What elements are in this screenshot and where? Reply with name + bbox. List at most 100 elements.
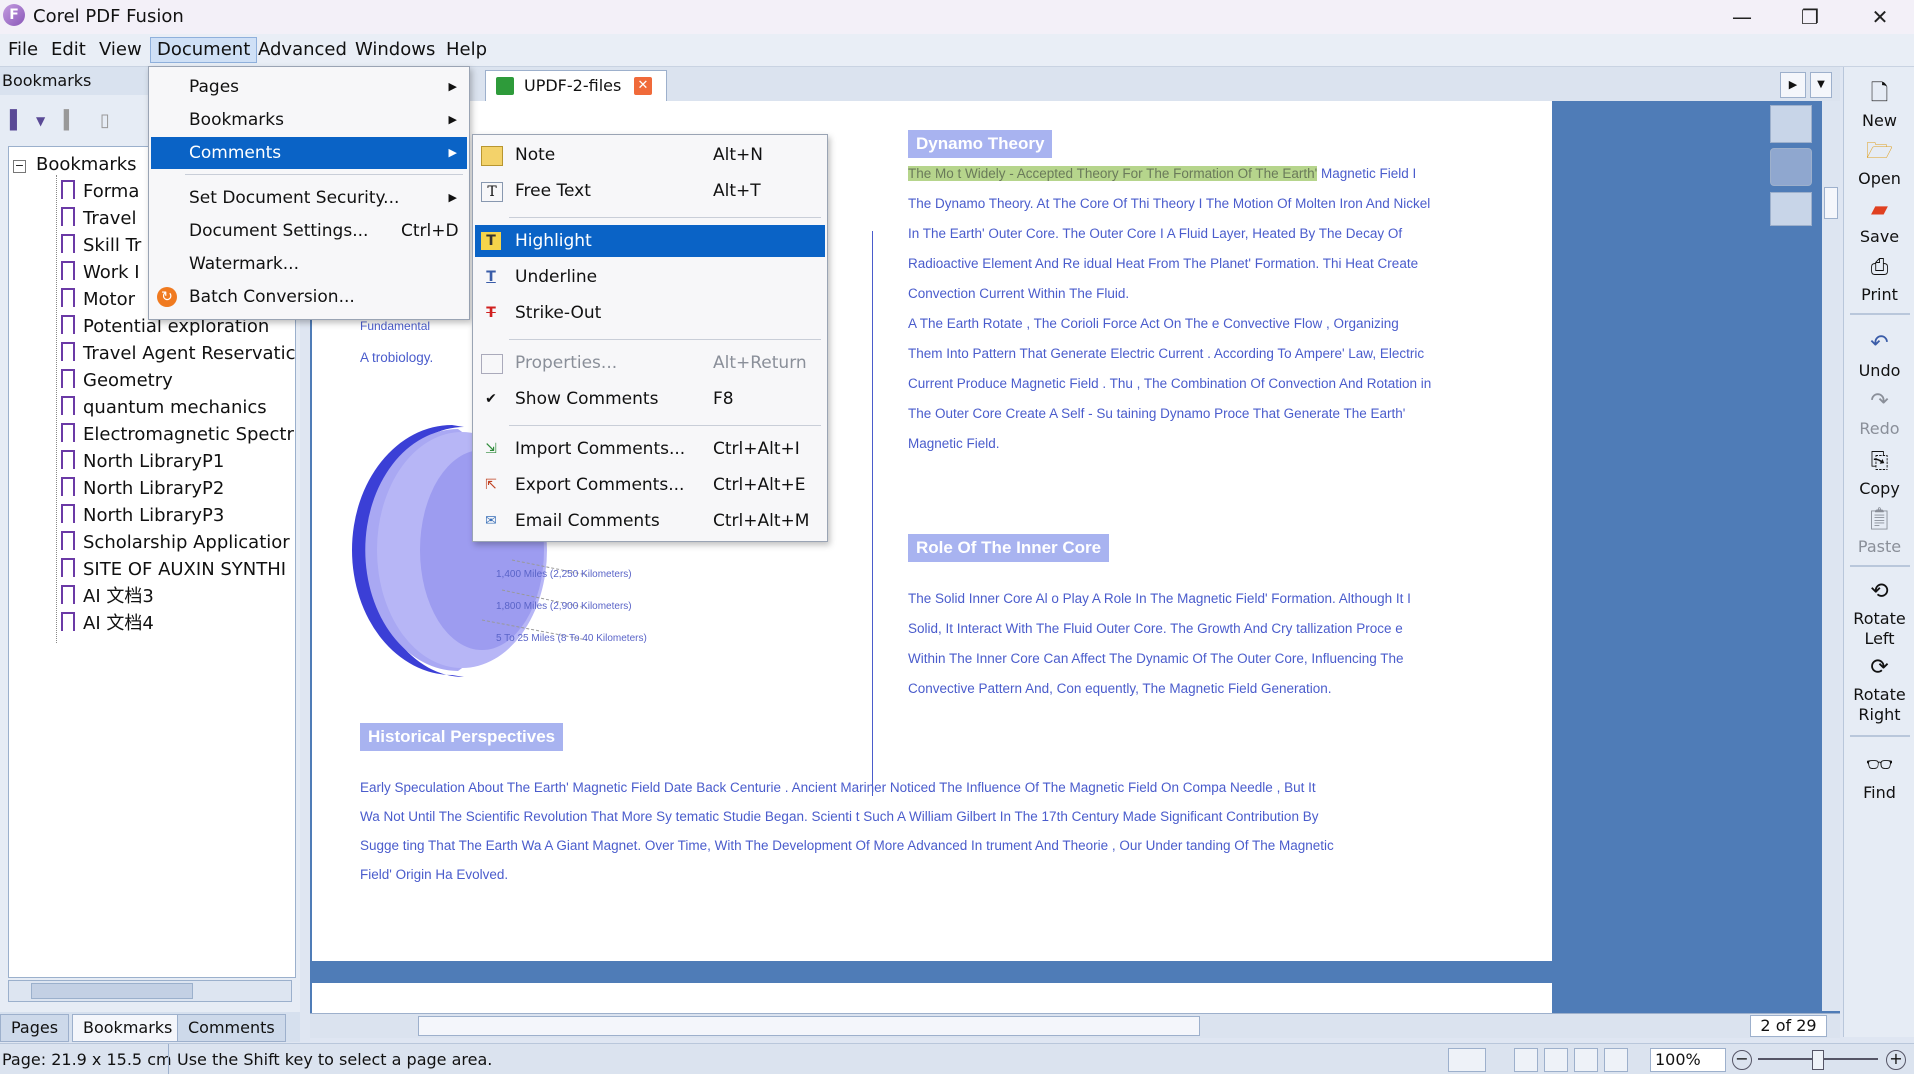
menu-item-pages[interactable]: Pages▶: [151, 71, 467, 103]
collapse-icon[interactable]: −: [13, 160, 26, 173]
menu-item-note[interactable]: NoteAlt+N: [475, 139, 825, 171]
dropdown-arrow-icon[interactable]: ▼: [36, 114, 56, 136]
bookmark-icon: [61, 180, 75, 199]
actual-size-icon[interactable]: [1514, 1048, 1538, 1072]
paste-button[interactable]: 📋︎Paste: [1844, 507, 1914, 556]
document-tab-label: UPDF-2-files: [524, 71, 621, 101]
grid-view-icon[interactable]: [1770, 105, 1812, 143]
menu-item-strike-out[interactable]: TStrike-Out: [475, 297, 825, 329]
bookmark-icon: [61, 369, 75, 388]
binoculars-icon: 👓︎: [1866, 753, 1894, 779]
import-icon: ⇲: [481, 440, 501, 458]
tree-root-label: Bookmarks: [36, 154, 137, 175]
open-button[interactable]: 🗁Open: [1844, 139, 1914, 188]
page-indicator[interactable]: 2 of 29: [1750, 1015, 1827, 1037]
menu-item-set-security[interactable]: Set Document Security...▶: [151, 182, 467, 214]
bookmarks-horizontal-scrollbar[interactable]: [8, 980, 292, 1002]
bookmark-item[interactable]: Electromagnetic Spectr: [61, 421, 294, 448]
bookmark-item[interactable]: Motor: [61, 286, 135, 313]
document-vertical-scrollbar[interactable]: [1822, 101, 1840, 1011]
menu-item-batch-conversion[interactable]: ↻Batch Conversion...: [151, 281, 467, 313]
tab-pages[interactable]: Pages: [0, 1014, 69, 1042]
bookmark-label: Travel: [83, 208, 137, 229]
note-icon: [481, 146, 503, 166]
print-button[interactable]: ⎙Print: [1844, 255, 1914, 304]
menu-item-export-comments[interactable]: ⇱Export Comments...Ctrl+Alt+E: [475, 469, 825, 501]
delete-bookmark-icon[interactable]: ▯: [100, 110, 120, 132]
close-tab-icon[interactable]: ✕: [634, 77, 652, 95]
bookmark-icon: [61, 396, 75, 415]
select-tool-icon[interactable]: [1448, 1048, 1486, 1072]
bookmark-item[interactable]: North LibraryP2: [61, 475, 224, 502]
menu-item-comments[interactable]: Comments▶: [151, 137, 467, 169]
zoom-select[interactable]: 100%: [1650, 1048, 1726, 1072]
zoom-in-icon[interactable]: +: [1886, 1050, 1906, 1070]
bookmark-item[interactable]: Skill Tr: [61, 232, 141, 259]
menu-item-show-comments[interactable]: ✔Show CommentsF8: [475, 383, 825, 415]
bookmark-item[interactable]: Geometry: [61, 367, 173, 394]
bookmark-item[interactable]: AI 文档3: [61, 583, 154, 610]
tree-root[interactable]: −Bookmarks: [13, 151, 137, 178]
submenu-arrow-icon: ▶: [449, 71, 457, 103]
bookmark-properties-icon[interactable]: ▍: [64, 110, 84, 132]
menu-item-watermark[interactable]: Watermark...: [151, 248, 467, 280]
document-horizontal-scrollbar[interactable]: [310, 1013, 1840, 1038]
fit-page-icon[interactable]: [1574, 1048, 1598, 1072]
new-bookmark-icon[interactable]: ▌: [10, 110, 30, 132]
section-heading: Historical Perspectives: [360, 723, 563, 751]
menu-windows[interactable]: Windows: [349, 38, 441, 62]
tab-bookmarks[interactable]: Bookmarks: [72, 1014, 183, 1042]
bookmark-item[interactable]: North LibraryP3: [61, 502, 224, 529]
save-button[interactable]: ▰Save: [1844, 197, 1914, 246]
document-tab[interactable]: UPDF-2-files ✕: [485, 70, 667, 101]
find-button[interactable]: 👓︎Find: [1844, 753, 1914, 802]
tab-comments[interactable]: Comments: [177, 1014, 286, 1042]
rotate-left-button[interactable]: ⟲Rotate Left: [1844, 579, 1914, 649]
bookmark-item[interactable]: North LibraryP1: [61, 448, 224, 475]
close-button[interactable]: ✕: [1850, 0, 1910, 34]
menu-item-free-text[interactable]: TFree TextAlt+T: [475, 175, 825, 207]
zoom-tool-icon[interactable]: [1604, 1048, 1628, 1072]
single-page-view-icon[interactable]: [1770, 192, 1812, 226]
menu-edit[interactable]: Edit: [45, 38, 92, 62]
menu-item-import-comments[interactable]: ⇲Import Comments...Ctrl+Alt+I: [475, 433, 825, 465]
tab-scroll-right-button[interactable]: ▶: [1780, 72, 1806, 98]
new-button[interactable]: 🗋New: [1844, 81, 1914, 130]
menu-item-highlight[interactable]: THighlight: [475, 225, 825, 257]
fit-width-icon[interactable]: [1544, 1048, 1568, 1072]
bookmark-icon: [61, 504, 75, 523]
scrollbar-thumb[interactable]: [418, 1016, 1200, 1036]
scrollbar-thumb[interactable]: [1824, 187, 1838, 219]
submenu-arrow-icon: ▶: [449, 104, 457, 136]
zoom-slider-thumb[interactable]: [1812, 1050, 1824, 1070]
bookmark-item[interactable]: AI 文档4: [61, 610, 154, 637]
bookmark-icon: [61, 531, 75, 550]
copy-button[interactable]: ⎘Copy: [1844, 449, 1914, 498]
restore-button[interactable]: ❐: [1780, 0, 1840, 34]
menu-item-document-settings[interactable]: Document Settings...Ctrl+D: [151, 215, 467, 247]
menu-file[interactable]: File: [2, 38, 44, 62]
menu-item-underline[interactable]: TUnderline: [475, 261, 825, 293]
scrollbar-thumb[interactable]: [31, 983, 193, 999]
zoom-out-icon[interactable]: −: [1732, 1050, 1752, 1070]
menu-view[interactable]: View: [93, 38, 148, 62]
bookmark-item[interactable]: Travel Agent Reservatic: [61, 340, 296, 367]
tab-list-dropdown[interactable]: ▼: [1810, 72, 1832, 98]
bookmark-item[interactable]: Travel: [61, 205, 137, 232]
undo-button[interactable]: ↶Undo: [1844, 331, 1914, 380]
menu-item-properties[interactable]: Properties...Alt+Return: [475, 347, 825, 379]
bookmark-item[interactable]: Work I: [61, 259, 140, 286]
bookmark-item[interactable]: Forma: [61, 178, 139, 205]
menu-item-email-comments[interactable]: ✉Email CommentsCtrl+Alt+M: [475, 505, 825, 537]
menu-document[interactable]: Document: [150, 37, 257, 63]
menu-help[interactable]: Help: [440, 38, 493, 62]
bookmark-item[interactable]: Scholarship Applicatior: [61, 529, 290, 556]
rotate-right-button[interactable]: ⟳Rotate Right: [1844, 655, 1914, 725]
minimize-button[interactable]: —: [1712, 0, 1772, 34]
menu-advanced[interactable]: Advanced: [252, 38, 353, 62]
globe-view-icon[interactable]: [1770, 148, 1812, 186]
redo-button[interactable]: ↷Redo: [1844, 389, 1914, 438]
bookmark-item[interactable]: SITE OF AUXIN SYNTHI: [61, 556, 286, 583]
menu-item-bookmarks[interactable]: Bookmarks▶: [151, 104, 467, 136]
bookmark-item[interactable]: quantum mechanics: [61, 394, 267, 421]
